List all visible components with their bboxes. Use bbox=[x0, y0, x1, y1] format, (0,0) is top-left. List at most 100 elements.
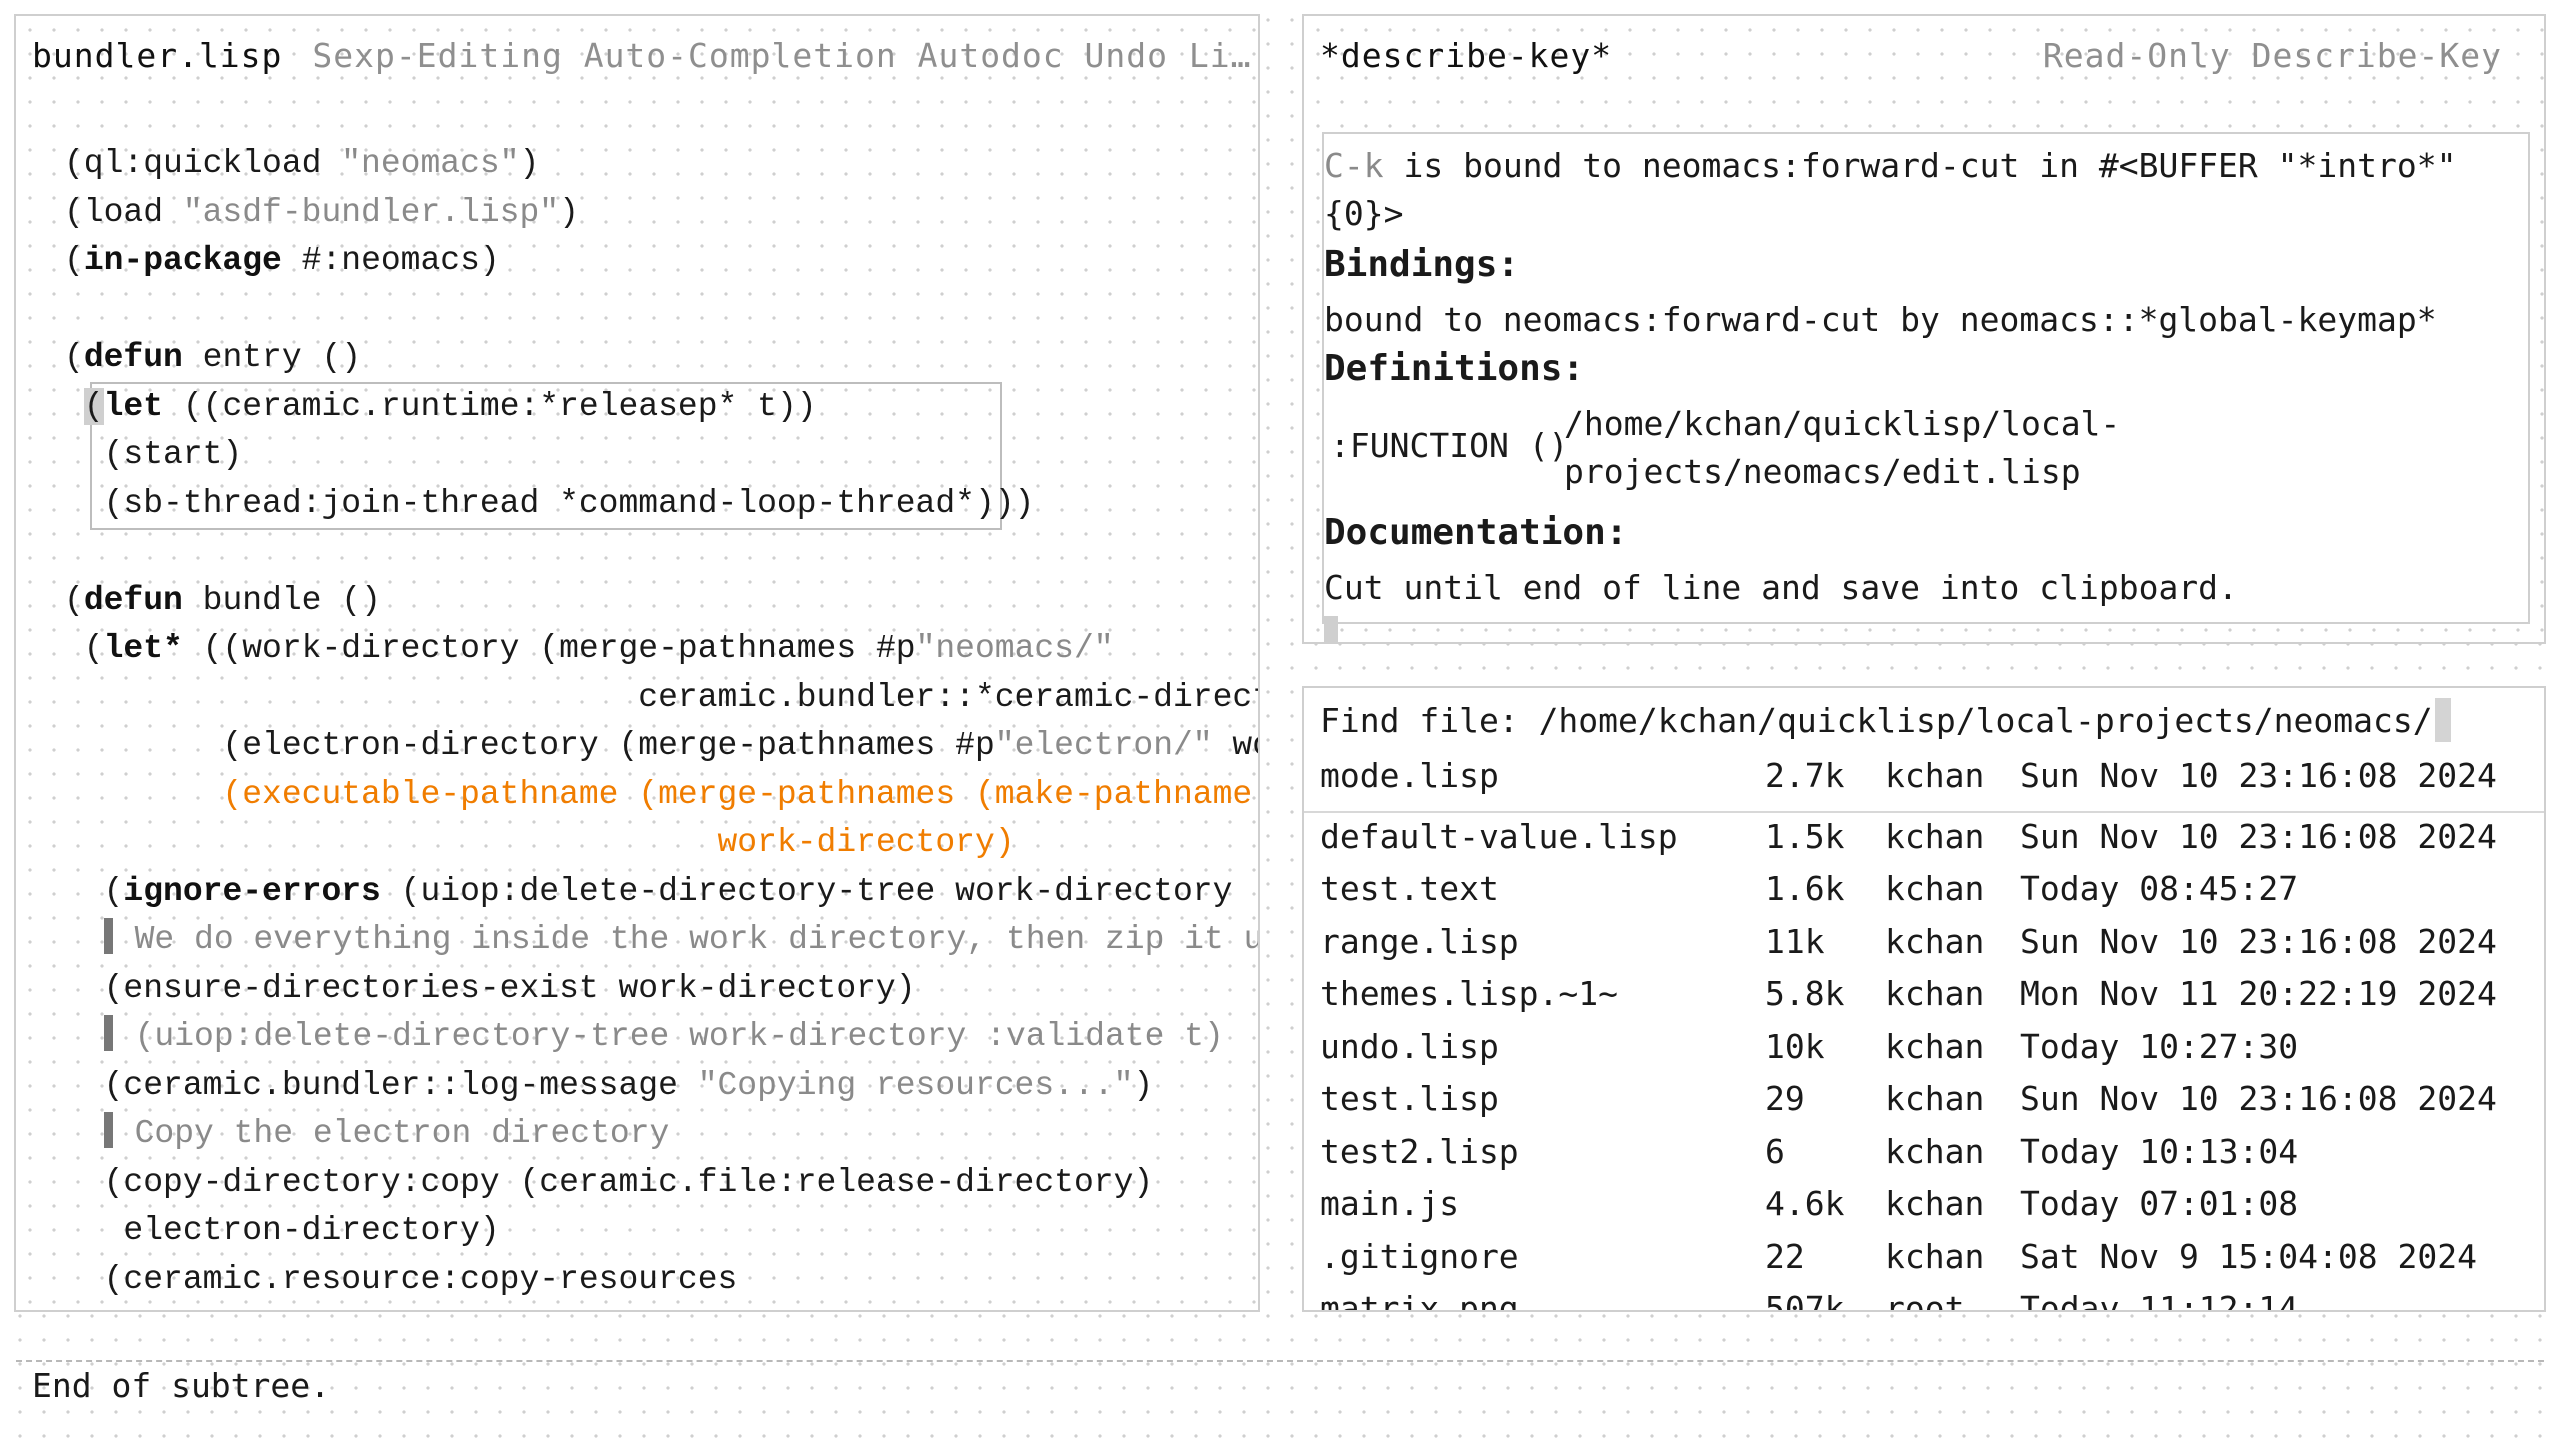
code-string: "asdf-bundler.lisp" bbox=[182, 193, 560, 231]
code-string: "neomacs/" bbox=[915, 630, 1114, 667]
find-file-pane[interactable]: Find file: /home/kchan/quicklisp/local-p… bbox=[1302, 686, 2546, 1312]
mode-list: Read-Only Describe-Key bbox=[2042, 35, 2502, 75]
code-text: (merge-pathnames #p bbox=[64, 1309, 499, 1310]
definition-source-link[interactable]: /home/kchan/quicklisp/local- projects/ne… bbox=[1564, 400, 2120, 496]
code-text: ) bbox=[559, 193, 579, 231]
file-date: Today 10:27:30 bbox=[2020, 1026, 2299, 1066]
code-line[interactable]: (uiop:delete-directory-tree work-directo… bbox=[64, 1013, 1258, 1062]
code-text: electron-directory) bbox=[64, 1212, 500, 1249]
code-line[interactable]: (executable-pathname (merge-pathnames (m… bbox=[64, 771, 1258, 820]
code-line[interactable]: work-directory) bbox=[64, 819, 1258, 868]
file-size: 1.5k bbox=[1765, 816, 1845, 856]
code-text: ( bbox=[64, 630, 104, 667]
code-line[interactable]: (copy-directory:copy (ceramic.file:relea… bbox=[64, 1159, 1258, 1208]
code-line[interactable]: (ignore-errors (uiop:delete-directory-tr… bbox=[64, 868, 1258, 917]
code-text: ceramic.bundler::*ceramic-directory*)) bbox=[64, 678, 1260, 716]
def-kind-label: :FUNCTION bbox=[1330, 426, 1509, 465]
code-comment: (uiop:delete-directory-tree work-directo… bbox=[134, 1018, 1224, 1055]
code-text: ( bbox=[64, 581, 84, 619]
code-line[interactable]: (sb-thread:join-thread *command-loop-thr… bbox=[64, 480, 1258, 529]
comment-bar bbox=[103, 918, 113, 955]
file-date: Today 08:45:27 bbox=[2020, 869, 2299, 908]
file-date: Sat Nov 9 15:04:08 2024 bbox=[2020, 1236, 2477, 1276]
file-name: main.js bbox=[1320, 1184, 1460, 1223]
code-text: ( bbox=[64, 242, 84, 279]
summary-text: is bound to neomacs:forward-cut in #<BUF… bbox=[1383, 146, 2457, 185]
file-size: 29 bbox=[1765, 1079, 1805, 1118]
file-name: undo.lisp bbox=[1320, 1026, 1499, 1066]
describe-modeline: *describe-key* Read-Only Describe-Key bbox=[1304, 16, 2544, 94]
path-input[interactable]: /home/kchan/quicklisp/local-projects/neo… bbox=[1539, 701, 2433, 740]
file-name: .gitignore bbox=[1320, 1236, 1519, 1276]
code-text: entry () bbox=[182, 339, 362, 376]
code-text: (executable-pathname (merge-pathnames (m… bbox=[222, 775, 1253, 813]
code-line[interactable]: (ceramic.resource:copy-resources bbox=[64, 1256, 1258, 1305]
code-string: "resources/" bbox=[500, 1309, 738, 1310]
end-of-subtree-label: End of subtree. bbox=[32, 1366, 331, 1405]
file-owner: kchan bbox=[1885, 756, 1985, 795]
file-date: Sun Nov 10 23:16:08 2024 bbox=[2020, 1079, 2497, 1118]
documentation-heading: Documentation: bbox=[1324, 512, 1628, 553]
describe-key-pane[interactable]: *describe-key* Read-Only Describe-Key C-… bbox=[1302, 14, 2546, 644]
code-line[interactable]: (ql:quickload "neomacs") bbox=[64, 140, 1258, 189]
file-size: 5.8k bbox=[1765, 974, 1845, 1013]
code-keyword: defun bbox=[83, 581, 183, 619]
file-name: default-value.lisp bbox=[1320, 816, 1678, 856]
code-text: (uiop:delete-directory-tree work-directo… bbox=[380, 872, 1253, 910]
code-line[interactable]: electron-directory) bbox=[64, 1207, 1258, 1256]
file-owner: kchan bbox=[1885, 816, 1985, 856]
code-string: "neomacs" bbox=[341, 145, 520, 182]
file-owner: kchan bbox=[1885, 1131, 1985, 1171]
find-file-prompt[interactable]: Find file: /home/kchan/quicklisp/local-p… bbox=[1320, 690, 2451, 750]
bindings-heading: Bindings: bbox=[1324, 244, 1520, 285]
file-owner: kchan bbox=[1885, 1236, 1985, 1276]
code-line[interactable]: (ceramic.bundler::log-message "Copying r… bbox=[64, 1062, 1258, 1111]
documentation-text: Cut until end of line and save into clip… bbox=[1324, 568, 2238, 607]
code-line[interactable]: (defun bundle () bbox=[64, 577, 1258, 626]
code-keyword: let bbox=[103, 387, 164, 425]
file-owner: kchan bbox=[1885, 974, 1985, 1013]
code-line[interactable]: (start) bbox=[64, 431, 1258, 480]
code-line[interactable]: (electron-directory (merge-pathnames #p"… bbox=[64, 722, 1258, 771]
code-text: (ceramic.bundler::log-message bbox=[64, 1066, 698, 1104]
code-line[interactable]: (in-package #:neomacs) bbox=[64, 237, 1258, 286]
code-text: (start) bbox=[64, 436, 243, 473]
code-text: #:neomacs) bbox=[281, 242, 500, 279]
file-name: themes.lisp.~1~ bbox=[1320, 974, 1619, 1013]
code-text: ) bbox=[1133, 1066, 1154, 1104]
code-line[interactable]: (load "asdf-bundler.lisp") bbox=[64, 189, 1258, 238]
code-line[interactable]: (merge-pathnames #p"resources/" bbox=[64, 1304, 1258, 1310]
file-name: mode.lisp bbox=[1320, 756, 1499, 795]
header-separator bbox=[1304, 811, 2544, 813]
code-line[interactable]: (let* ((work-directory (merge-pathnames … bbox=[64, 625, 1258, 674]
file-owner: kchan bbox=[1885, 1079, 1985, 1118]
code-line[interactable]: (defun entry () bbox=[64, 334, 1258, 383]
file-size: 11k bbox=[1765, 921, 1825, 961]
code-line[interactable] bbox=[64, 286, 1258, 335]
file-size: 1.6k bbox=[1765, 869, 1845, 908]
code-line[interactable]: ceramic.bundler::*ceramic-directory*)) bbox=[64, 674, 1260, 723]
code-text: (ceramic.resource:copy-resources bbox=[64, 1260, 738, 1298]
code-line[interactable]: (let ((ceramic.runtime:*releasep* t)) bbox=[64, 383, 1258, 432]
file-date: Sun Nov 10 23:16:08 2024 bbox=[2020, 756, 2497, 795]
mode-list: Sexp-Editing Auto-Completion Autodoc Und… bbox=[312, 35, 1258, 75]
code-line[interactable]: (ensure-directories-exist work-directory… bbox=[64, 965, 1258, 1014]
code-line[interactable] bbox=[64, 528, 1258, 577]
file-owner: kchan bbox=[1885, 869, 1985, 908]
editor-pane-bundler[interactable]: bundler.lisp Sexp-Editing Auto-Completio… bbox=[14, 14, 1260, 1312]
code-text: ( bbox=[83, 387, 104, 425]
file-name: test2.lisp bbox=[1320, 1131, 1519, 1171]
buffer-title: *describe-key* bbox=[1320, 35, 1613, 75]
file-name: test.lisp bbox=[1320, 1079, 1499, 1118]
file-date: Mon Nov 11 20:22:19 2024 bbox=[2020, 974, 2497, 1013]
file-date: Today 07:01:08 bbox=[2020, 1184, 2299, 1223]
code-body[interactable]: (ql:quickload "neomacs") (load "asdf-bund… bbox=[64, 140, 1260, 1310]
code-text: (ensure-directories-exist work-directory… bbox=[64, 969, 916, 1007]
code-keyword: :validate t)) bbox=[1252, 873, 1258, 910]
file-size: 22 bbox=[1765, 1236, 1805, 1276]
file-size: 507k bbox=[1765, 1289, 1845, 1312]
code-line[interactable]: Copy the electron directory bbox=[64, 1110, 1258, 1159]
code-line[interactable]: We do everything inside the work directo… bbox=[64, 916, 1258, 965]
file-date: Today 11:12:14 bbox=[2020, 1289, 2299, 1312]
